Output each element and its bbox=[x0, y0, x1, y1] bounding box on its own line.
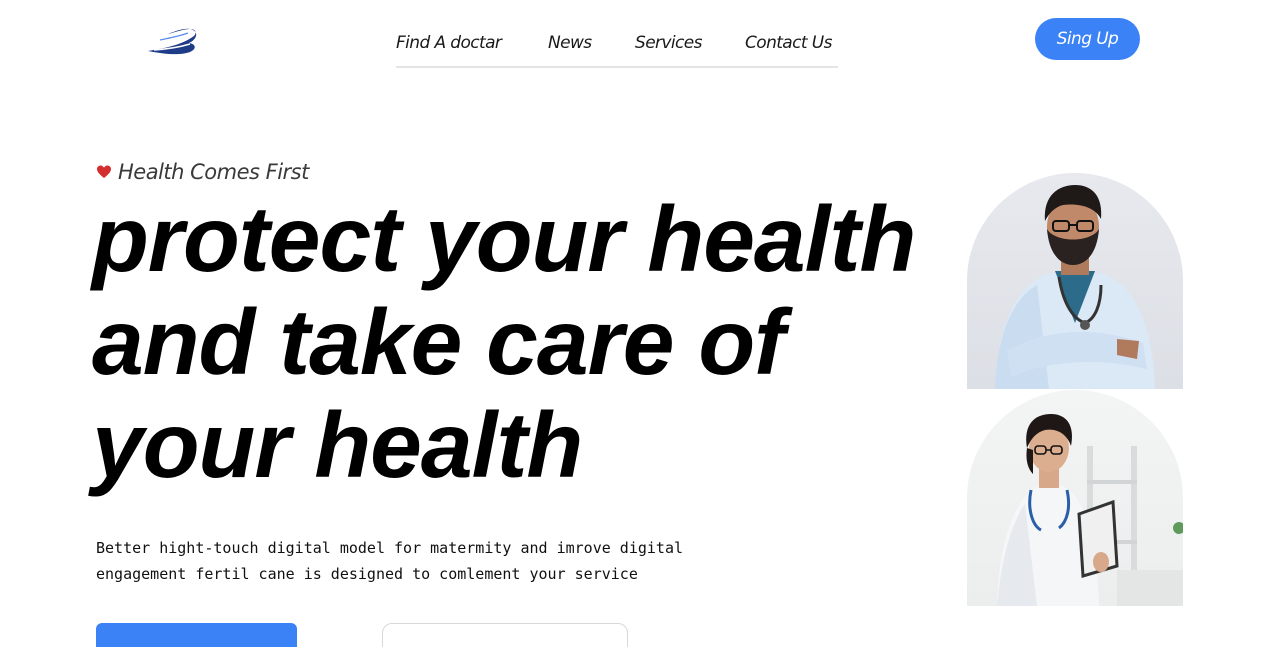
nav-find-a-doctor[interactable]: Find A doctar bbox=[396, 33, 502, 53]
headline-line: your health bbox=[92, 393, 583, 497]
description-line: Better hight-touch digital model for mat… bbox=[96, 539, 683, 557]
nav-news[interactable]: News bbox=[548, 33, 592, 53]
tagline-text: Health Comes First bbox=[118, 160, 309, 184]
description-line: engagement fertil cane is designed to co… bbox=[96, 565, 638, 583]
signup-button[interactable]: Sing Up bbox=[1035, 18, 1140, 60]
nav-services[interactable]: Services bbox=[635, 33, 702, 53]
hero-description: Better hight-touch digital model for mat… bbox=[96, 535, 736, 587]
secondary-cta-button[interactable] bbox=[382, 623, 628, 647]
doctor-photo-male bbox=[967, 173, 1183, 389]
doctor-photo-female bbox=[967, 390, 1183, 606]
main-nav: Find A doctar News Services Contact Us bbox=[396, 32, 838, 68]
headline-line: protect your health bbox=[92, 187, 916, 291]
nav-contact-us[interactable]: Contact Us bbox=[745, 33, 832, 53]
heart-icon bbox=[97, 165, 111, 178]
tagline: Health Comes First bbox=[96, 160, 309, 184]
headline-line: and take care of bbox=[92, 290, 785, 394]
primary-cta-button[interactable] bbox=[96, 623, 297, 647]
hero-headline: protect your health and take care of you… bbox=[92, 188, 972, 497]
brand-logo-icon[interactable] bbox=[146, 24, 200, 56]
